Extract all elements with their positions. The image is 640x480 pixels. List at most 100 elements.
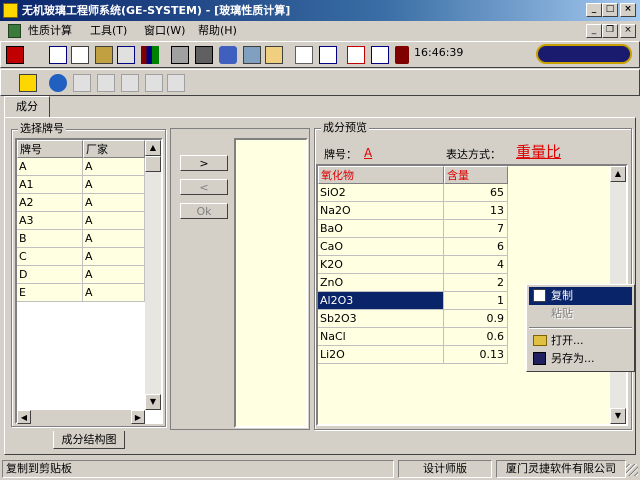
maker-col-header[interactable]: 厂家 — [83, 140, 145, 158]
book-icon[interactable] — [95, 46, 113, 64]
speaker-icon[interactable] — [395, 46, 409, 64]
brand-cell[interactable]: C — [17, 248, 83, 266]
oxide-cell[interactable]: Na2O — [318, 202, 444, 220]
content-cell[interactable]: 4 — [444, 256, 508, 274]
bar-chart-icon[interactable] — [141, 46, 159, 64]
ok-button[interactable]: Ok — [180, 203, 228, 219]
minimize-button[interactable]: _ — [586, 3, 602, 17]
scroll-down-icon[interactable]: ▼ — [145, 394, 161, 410]
clock-display: 16:46:39 — [414, 46, 464, 59]
scroll-down-icon[interactable]: ▼ — [610, 408, 626, 424]
grid-icon[interactable] — [73, 74, 91, 92]
maker-cell[interactable]: A — [83, 194, 145, 212]
maker-cell[interactable]: A — [83, 230, 145, 248]
save-icon[interactable] — [121, 74, 139, 92]
maker-cell[interactable]: A — [83, 284, 145, 302]
scroll-left-icon[interactable]: ◀ — [17, 410, 31, 424]
oxide-cell[interactable]: ZnO — [318, 274, 444, 292]
mdi-restore-button[interactable]: ❐ — [602, 24, 618, 38]
table-icon[interactable] — [49, 46, 67, 64]
mdi-minimize-button[interactable]: _ — [586, 24, 602, 38]
brand-cell[interactable]: A3 — [17, 212, 83, 230]
open-folder-icon — [533, 335, 547, 346]
oxide-cell[interactable]: Li2O — [318, 346, 444, 364]
oxide-cell[interactable]: CaO — [318, 238, 444, 256]
tab-chengfen[interactable]: 成分 — [4, 96, 50, 117]
content-cell[interactable]: 0.6 — [444, 328, 508, 346]
checkbox-icon[interactable] — [371, 46, 389, 64]
brand-cell[interactable]: A2 — [17, 194, 83, 212]
content-cell[interactable]: 7 — [444, 220, 508, 238]
menu-help[interactable]: 帮助(H) — [198, 23, 237, 39]
title-bar: 无机玻璃工程师系统(GE-SYSTEM) - [玻璃性质计算] — [0, 0, 640, 21]
window-icon[interactable] — [117, 46, 135, 64]
resize-grip-icon[interactable] — [626, 464, 638, 476]
mdi-close-button[interactable]: × — [620, 24, 636, 38]
ctx-save-as[interactable]: 另存为... — [529, 350, 632, 368]
menu-window[interactable]: 窗口(W) — [144, 23, 185, 39]
brand-cell[interactable]: B — [17, 230, 83, 248]
eraser-icon[interactable] — [219, 46, 237, 64]
brand-cell[interactable]: A — [17, 158, 83, 176]
oxide-cell[interactable]: Al2O3 — [318, 292, 444, 310]
print-icon[interactable] — [167, 74, 185, 92]
ctx-paste-label: 粘贴 — [551, 307, 573, 320]
oxide-cell[interactable]: Sb2O3 — [318, 310, 444, 328]
add-button[interactable]: > — [180, 155, 228, 171]
refresh-icon[interactable] — [49, 74, 67, 92]
content-cell[interactable]: 6 — [444, 238, 508, 256]
menu-tools[interactable]: 工具(T) — [90, 23, 127, 39]
oxide-cell[interactable]: NaCl — [318, 328, 444, 346]
scroll-up-icon[interactable]: ▲ — [145, 140, 161, 156]
maker-cell[interactable]: A — [83, 266, 145, 284]
notes-icon[interactable] — [265, 46, 283, 64]
content-cell[interactable]: 0.13 — [444, 346, 508, 364]
preview-icon[interactable] — [145, 74, 163, 92]
maker-cell[interactable]: A — [83, 248, 145, 266]
brand-value: A — [364, 146, 373, 160]
oxide-cell[interactable]: BaO — [318, 220, 444, 238]
content-cell[interactable]: 0.9 — [444, 310, 508, 328]
calendar-icon[interactable] — [295, 46, 313, 64]
remove-button[interactable]: < — [180, 179, 228, 195]
menu-xingzhi[interactable]: 性质计算 — [28, 23, 72, 39]
content-cell[interactable]: 13 — [444, 202, 508, 220]
exit-door-icon[interactable] — [6, 46, 24, 64]
ctx-paste[interactable]: 粘贴 — [529, 305, 632, 323]
close-button[interactable]: × — [620, 3, 636, 17]
maker-cell[interactable]: A — [83, 176, 145, 194]
brand-grid-vscroll[interactable]: ▲ ▼ — [145, 140, 161, 410]
maker-cell[interactable]: A — [83, 212, 145, 230]
clipboard-icon[interactable] — [319, 46, 337, 64]
oxide-cell[interactable]: SiO2 — [318, 184, 444, 202]
maximize-button[interactable]: □ — [602, 3, 618, 17]
content-cell[interactable]: 1 — [444, 292, 508, 310]
brand-grid-hscroll[interactable]: ◀ ▶ — [17, 410, 145, 424]
copy-icon[interactable] — [97, 74, 115, 92]
calculator-icon[interactable] — [195, 46, 213, 64]
brand-cell[interactable]: A1 — [17, 176, 83, 194]
oxide-col-header[interactable]: 氧化物 — [318, 166, 444, 184]
tools-icon[interactable] — [171, 46, 189, 64]
content-cell[interactable]: 2 — [444, 274, 508, 292]
content-col-header[interactable]: 含量 — [444, 166, 508, 184]
status-edition: 设计师版 — [398, 460, 492, 478]
brand-cell[interactable]: D — [17, 266, 83, 284]
form-icon[interactable] — [71, 46, 89, 64]
ctx-open[interactable]: 打开... — [529, 332, 632, 350]
selected-brands-list[interactable] — [234, 138, 308, 428]
scroll-up-icon[interactable]: ▲ — [610, 166, 626, 182]
app-icon — [3, 3, 18, 18]
ctx-copy[interactable]: 复制 — [529, 287, 632, 305]
maker-cell[interactable]: A — [83, 158, 145, 176]
oxide-cell[interactable]: K2O — [318, 256, 444, 274]
brand-cell[interactable]: E — [17, 284, 83, 302]
scroll-thumb[interactable] — [145, 156, 161, 172]
scroll-right-icon[interactable]: ▶ — [131, 410, 145, 424]
database-icon[interactable] — [243, 46, 261, 64]
run-icon[interactable] — [19, 74, 37, 92]
tab-structure-chart[interactable]: 成分结构图 — [53, 431, 125, 449]
brand-col-header[interactable]: 牌号 — [17, 140, 83, 158]
line-chart-icon[interactable] — [347, 46, 365, 64]
content-cell[interactable]: 65 — [444, 184, 508, 202]
